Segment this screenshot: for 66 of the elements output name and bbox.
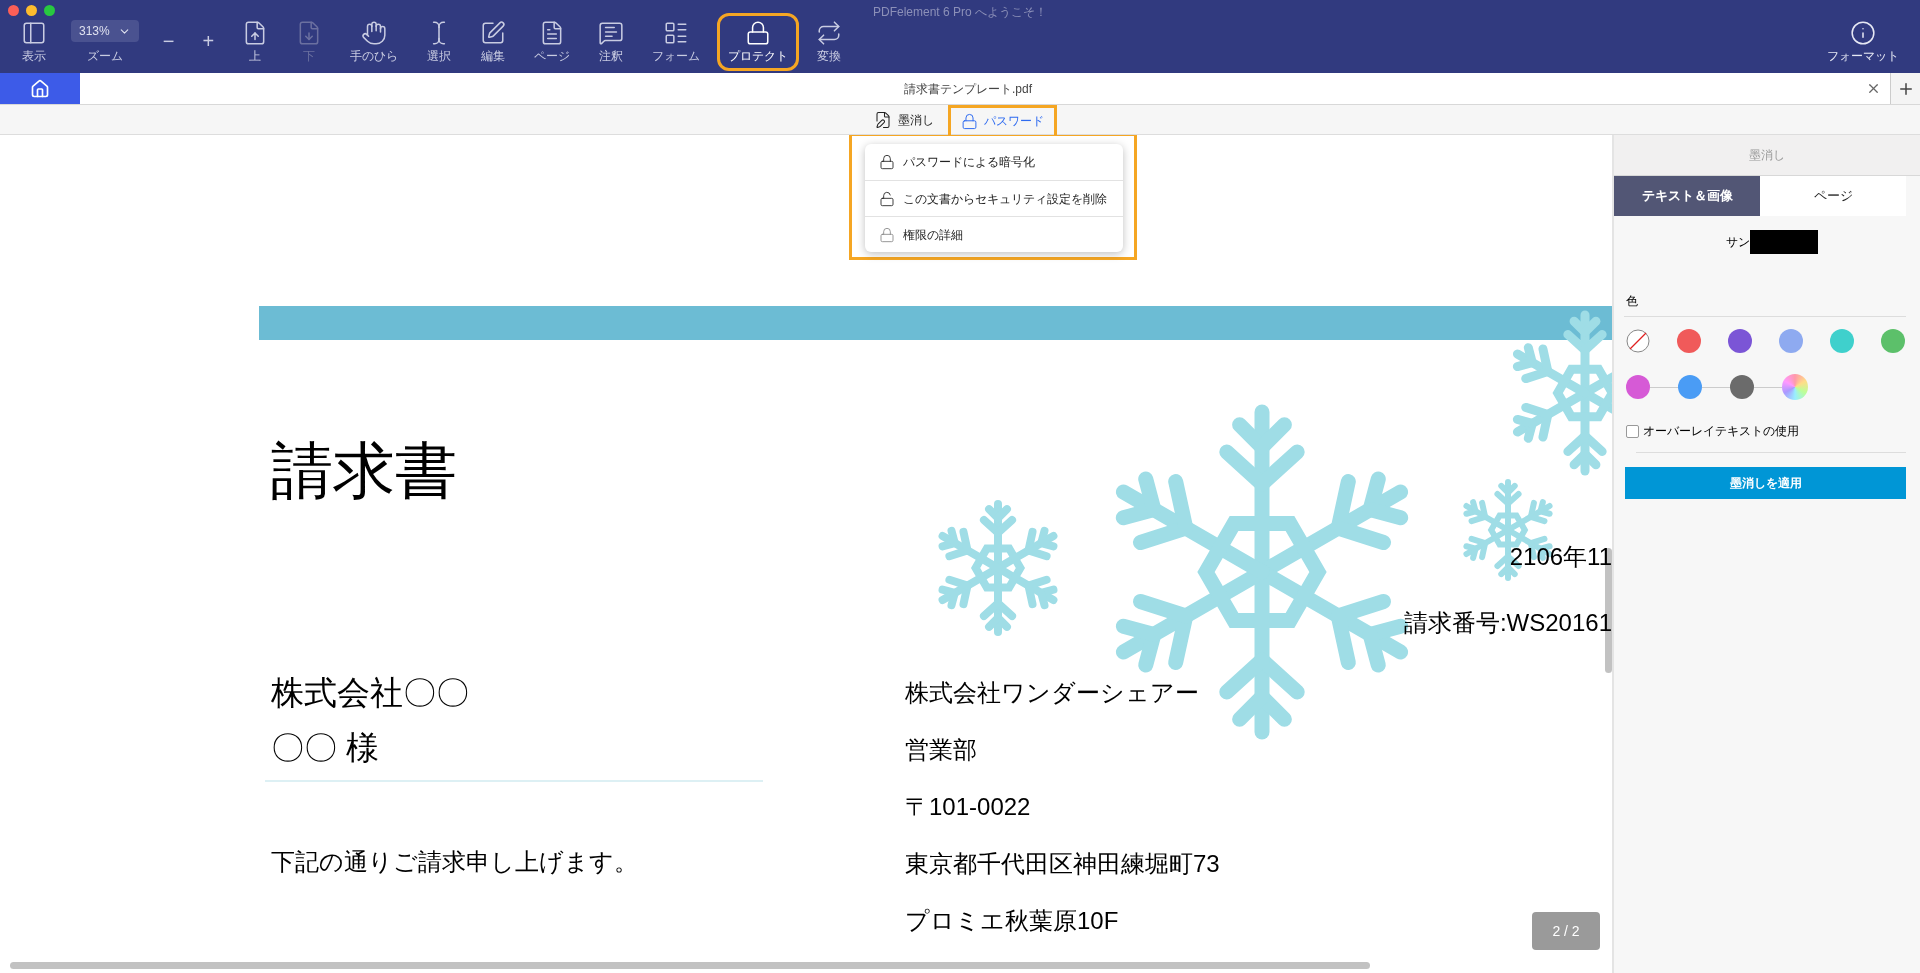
document-title: 請求書 — [271, 440, 458, 502]
color-swatch[interactable] — [1677, 329, 1701, 353]
sender-address-line: 株式会社ワンダーシェアー — [905, 681, 1199, 705]
color-swatch[interactable] — [1626, 375, 1650, 399]
toolbar-button[interactable]: プロテクト — [717, 13, 800, 71]
color-wheel-swatch[interactable] — [1782, 374, 1808, 400]
panel-icon — [21, 20, 47, 46]
window-title: PDFelement 6 Pro へようこそ！ — [872, 4, 1047, 21]
color-label: 色 — [1626, 293, 1639, 310]
date-text: 2106年11 — [1509, 545, 1612, 569]
toolbar-button[interactable]: 選択 — [415, 13, 464, 71]
toolbar-button[interactable]: 上 — [231, 13, 280, 71]
zoom-dropdown[interactable]: 313% — [71, 20, 139, 42]
overlay-checkbox-label: オーバーレイテキストの使用 — [1643, 423, 1799, 440]
toolbar-button[interactable]: 表示 — [10, 13, 58, 71]
comment-icon — [598, 20, 625, 46]
sender-address-line: 〒101-0022 — [905, 795, 1031, 819]
overlay-checkbox[interactable] — [1626, 424, 1639, 438]
page-indicator: 2 / 2 — [1532, 912, 1600, 950]
color-swatch[interactable] — [1881, 329, 1905, 353]
sender-address-line: 営業部 — [905, 738, 977, 762]
recipient-name: 〇〇 様 — [265, 731, 763, 782]
format-button[interactable]: フォーマット — [1816, 13, 1910, 71]
repeat-icon — [816, 20, 843, 46]
home-icon — [30, 78, 50, 99]
panel-tab[interactable]: テキスト＆画像 — [1614, 176, 1760, 216]
sample-label: サン — [1726, 234, 1750, 251]
document-pen-icon — [873, 110, 892, 129]
invoice-number: 請求番号:WS20161 — [1403, 611, 1612, 635]
toolbar-button[interactable]: 注釈 — [587, 13, 636, 71]
toolbar-button[interactable]: 手のひら — [339, 13, 410, 71]
new-tab-button[interactable] — [1890, 73, 1920, 104]
color-swatch[interactable] — [1678, 375, 1702, 399]
toolbar-button[interactable]: フォーム — [641, 13, 712, 71]
sender-address-line: プロミエ秋葉原10F — [905, 909, 1119, 933]
zoom-in-button[interactable]: + — [191, 23, 226, 59]
toolbar-button[interactable]: 変換 — [805, 13, 854, 71]
lock-icon — [879, 226, 895, 243]
redaction-sample — [1750, 230, 1818, 254]
info-icon — [1850, 20, 1876, 46]
zoom-label: ズーム — [86, 48, 123, 64]
panel-header: 墨消し — [1614, 135, 1920, 176]
home-tab[interactable] — [0, 73, 80, 104]
pen-square-icon — [480, 20, 507, 46]
menu-item[interactable]: 権限の詳細 — [865, 216, 1123, 252]
message-text: 下記の通りご請求申し上げます。 — [271, 850, 639, 874]
panel-tab[interactable]: ページ — [1760, 176, 1906, 216]
hand-icon — [361, 20, 388, 46]
color-swatch[interactable] — [1730, 375, 1754, 399]
lock-icon — [745, 20, 772, 46]
toolbar-button[interactable]: 編集 — [469, 13, 518, 71]
file-tab-title[interactable]: 請求書テンプレート.pdf — [904, 79, 1032, 98]
sender-address-line: 東京都千代田区神田練堀町73 — [905, 852, 1220, 876]
lock-icon — [960, 112, 978, 130]
lock-icon — [879, 154, 895, 170]
menu-item[interactable]: この文書からセキュリティ設定を削除 — [865, 180, 1123, 216]
color-swatch[interactable] — [1728, 329, 1752, 353]
sub-toolbar-tab[interactable]: 墨消し — [863, 104, 944, 135]
color-swatch[interactable] — [1779, 329, 1803, 353]
unlock-icon — [879, 190, 895, 207]
color-swatch[interactable] — [1830, 329, 1854, 353]
zoom-out-button[interactable]: − — [151, 23, 186, 59]
toolbar-button[interactable]: ページ — [523, 13, 582, 71]
recipient-company: 株式会社〇〇 — [271, 676, 470, 709]
no-color-swatch[interactable] — [1626, 329, 1650, 353]
menu-item[interactable]: パスワードによる暗号化 — [865, 144, 1123, 180]
